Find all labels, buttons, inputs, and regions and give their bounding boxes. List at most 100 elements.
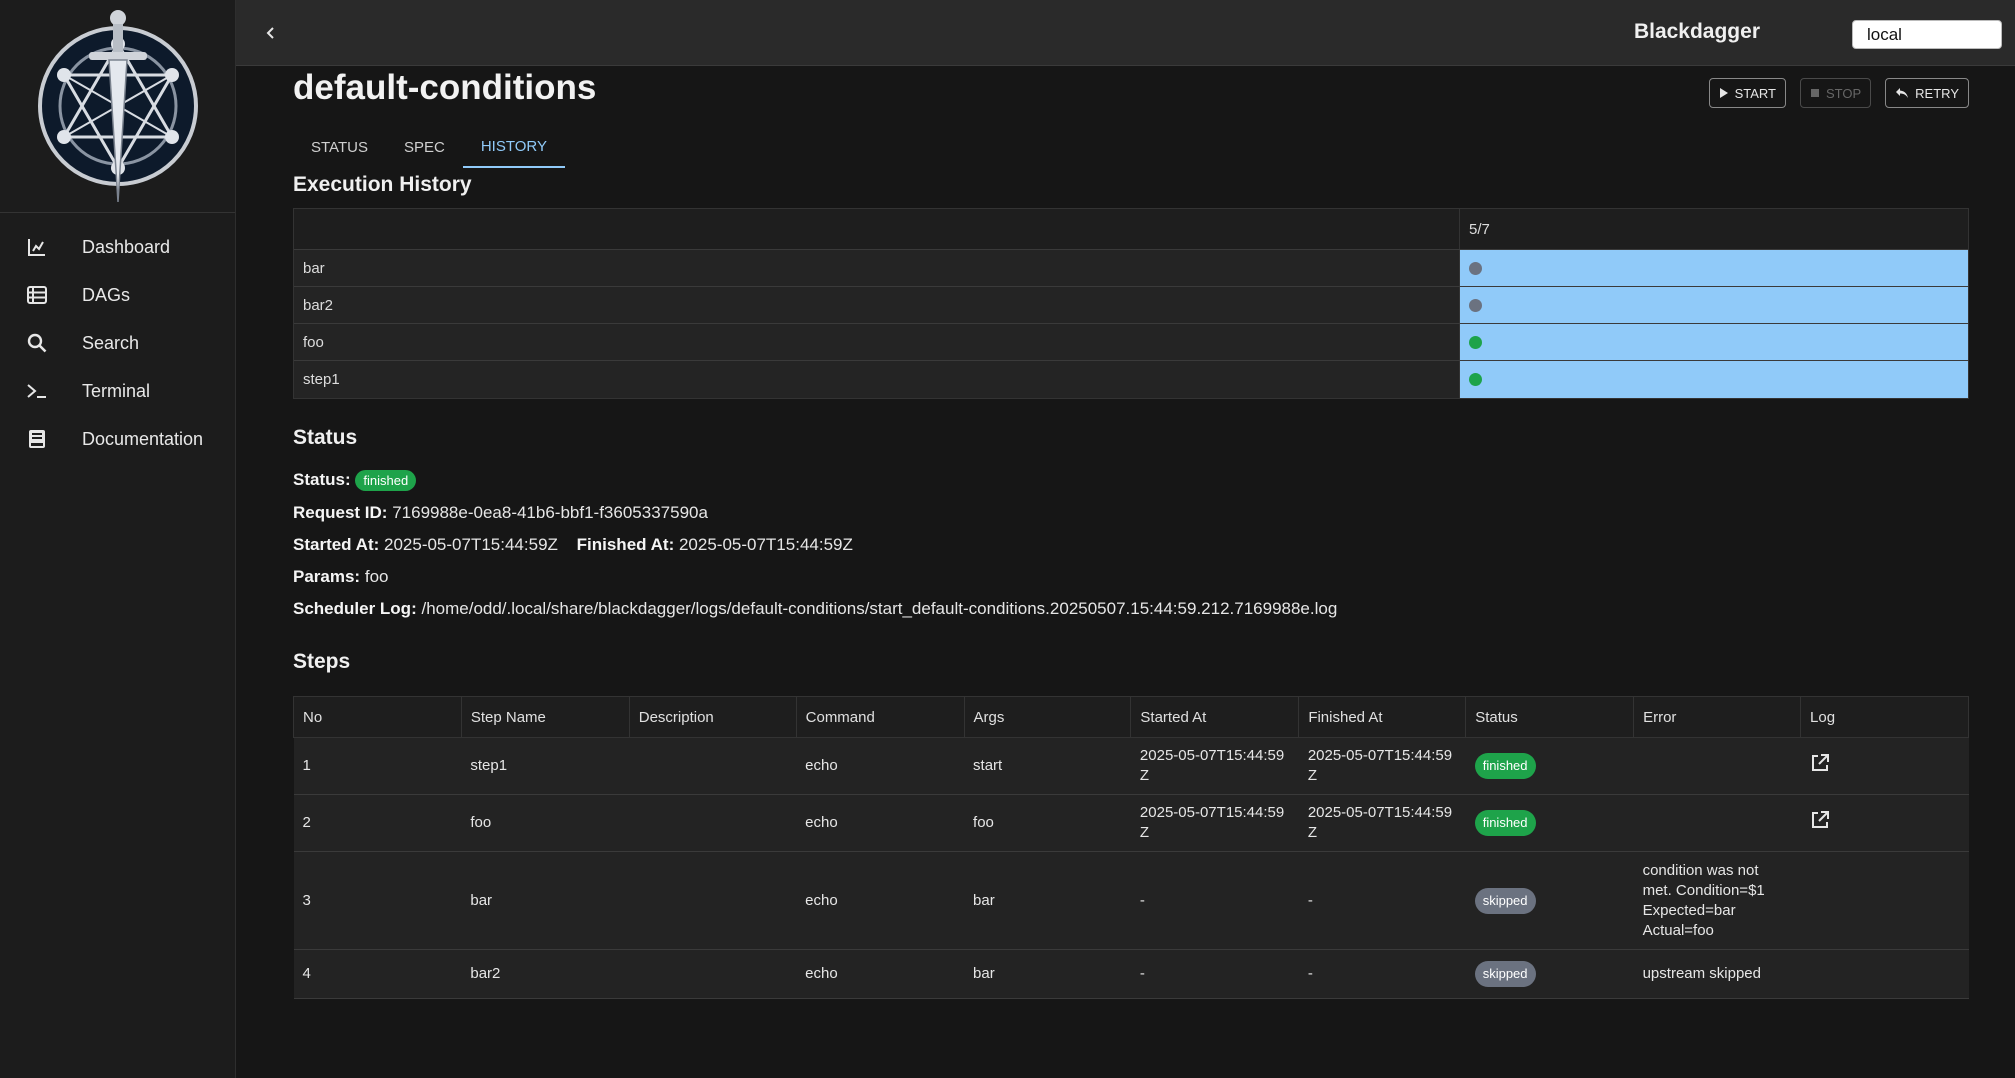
step-status-cell: finished xyxy=(1465,737,1634,795)
history-row: foo xyxy=(294,324,1968,361)
app-logo[interactable] xyxy=(0,0,235,213)
history-run-label: 5/7 xyxy=(1460,209,1968,249)
step-no: 4 xyxy=(293,949,462,999)
finished-at-value: 2025-05-07T15:44:59Z xyxy=(678,535,853,554)
dagger-logo-icon xyxy=(37,10,198,203)
history-row: bar2 xyxy=(294,287,1968,324)
history-row: bar xyxy=(294,250,1968,287)
column-header-no: No xyxy=(293,696,462,738)
step-args: bar xyxy=(964,949,1131,999)
finished-at-label: Finished At: xyxy=(576,535,675,554)
history-step-name: bar2 xyxy=(294,287,1460,323)
step-error xyxy=(1633,794,1801,852)
column-header-description: Description xyxy=(628,696,797,738)
history-row: step1 xyxy=(294,361,1968,398)
step-error: upstream skipped xyxy=(1633,949,1801,999)
status-dot xyxy=(1469,373,1482,386)
sidebar-item-label: Search xyxy=(82,332,140,353)
sidebar-item-dags[interactable]: DAGs xyxy=(0,271,235,319)
step-started-at: - xyxy=(1130,851,1299,950)
history-header-blank xyxy=(294,209,1460,249)
step-description xyxy=(629,737,797,795)
status-dot xyxy=(1469,298,1482,312)
brand-title: Blackdagger xyxy=(1633,20,1760,43)
step-error: condition was not met. Condition=$1 Expe… xyxy=(1633,851,1801,950)
reply-icon xyxy=(1896,88,1909,98)
started-at-label: Started At: xyxy=(293,535,380,554)
list-icon xyxy=(26,284,48,306)
table-row: 1 step1 echo start 2025-05-07T15:44:59Z … xyxy=(293,737,1969,795)
step-command: echo xyxy=(796,794,965,852)
history-cell[interactable] xyxy=(1460,287,1968,323)
history-cell[interactable] xyxy=(1460,250,1968,286)
step-description xyxy=(629,949,797,999)
tab-status[interactable]: STATUS xyxy=(293,126,386,168)
step-command: echo xyxy=(796,851,965,950)
step-error xyxy=(1633,737,1801,795)
execution-history-grid: 5/7 bar bar2 foo step1 xyxy=(293,208,1969,399)
step-name: step1 xyxy=(461,737,630,795)
status-badge: finished xyxy=(1474,810,1536,836)
scheduler-log-line: Scheduler Log: /home/odd/.local/share/bl… xyxy=(293,599,1337,619)
execution-history-title: Execution History xyxy=(293,173,472,196)
step-args: bar xyxy=(964,851,1131,950)
sidebar-item-label: Terminal xyxy=(82,380,151,401)
scheduler-log-label: Scheduler Log: xyxy=(293,599,417,618)
play-icon xyxy=(1719,88,1728,98)
history-cell[interactable] xyxy=(1460,361,1968,398)
chart-icon xyxy=(26,236,48,258)
status-badge: skipped xyxy=(1474,887,1536,914)
step-description xyxy=(629,794,797,852)
timing-line: Started At: 2025-05-07T15:44:59Z Finishe… xyxy=(293,535,853,555)
sidebar-item-documentation[interactable]: Documentation xyxy=(0,415,235,463)
open-log-button[interactable] xyxy=(1810,753,1830,773)
column-header-step-name: Step Name xyxy=(460,696,630,738)
request-id-line: Request ID: 7169988e-0ea8-41b6-bbf1-f360… xyxy=(293,503,708,523)
book-icon xyxy=(26,428,48,450)
step-started-at: - xyxy=(1130,949,1299,999)
request-id-value: 7169988e-0ea8-41b6-bbf1-f3605337590a xyxy=(392,503,708,522)
history-step-name: foo xyxy=(294,324,1460,360)
scheduler-log-path[interactable]: /home/odd/.local/share/blackdagger/logs/… xyxy=(421,599,1337,618)
history-cell[interactable] xyxy=(1460,324,1968,360)
tab-history[interactable]: HISTORY xyxy=(462,126,565,168)
step-finished-at: - xyxy=(1298,949,1466,999)
step-name: bar xyxy=(461,851,630,950)
sidebar-item-dashboard[interactable]: Dashboard xyxy=(0,223,235,271)
column-header-log: Log xyxy=(1800,696,1969,738)
retry-button[interactable]: RETRY xyxy=(1885,78,1969,108)
step-log-cell xyxy=(1800,851,1969,950)
tab-spec[interactable]: SPEC xyxy=(386,126,463,168)
step-description xyxy=(629,851,797,950)
sidebar-item-label: Dashboard xyxy=(82,236,171,257)
sidebar: Dashboard DAGs Search Terminal Documenta… xyxy=(0,0,236,1078)
back-button[interactable] xyxy=(258,20,284,46)
start-button-label: START xyxy=(1734,85,1776,101)
external-link-icon xyxy=(1811,811,1829,828)
column-header-error: Error xyxy=(1633,696,1802,738)
step-args: foo xyxy=(964,794,1131,852)
table-row: 2 foo echo foo 2025-05-07T15:44:59Z 2025… xyxy=(293,794,1969,852)
step-command: echo xyxy=(796,949,965,999)
params-label: Params: xyxy=(293,567,361,586)
search-icon xyxy=(26,332,48,354)
steps-table: No Step Name Description Command Args St… xyxy=(293,696,1969,999)
environment-input[interactable] xyxy=(1852,20,2002,49)
sidebar-item-terminal[interactable]: Terminal xyxy=(0,367,235,415)
status-badge: finished xyxy=(355,470,417,491)
start-button[interactable]: START xyxy=(1708,78,1786,108)
open-log-button[interactable] xyxy=(1810,810,1830,830)
stop-button[interactable]: STOP xyxy=(1800,78,1872,108)
params-line: Params: foo xyxy=(293,567,388,587)
status-dot xyxy=(1469,261,1482,275)
steps-header-row: No Step Name Description Command Args St… xyxy=(293,696,1969,738)
step-finished-at: 2025-05-07T15:44:59Z xyxy=(1298,794,1466,852)
page-title: default-conditions xyxy=(293,68,597,107)
column-header-status: Status xyxy=(1465,696,1635,738)
status-badge: finished xyxy=(1474,753,1536,779)
status-section-title: Status xyxy=(293,426,358,449)
history-step-name: bar xyxy=(294,250,1460,286)
request-id-label: Request ID: xyxy=(293,503,388,522)
history-step-name: step1 xyxy=(294,361,1460,398)
sidebar-item-search[interactable]: Search xyxy=(0,319,235,367)
